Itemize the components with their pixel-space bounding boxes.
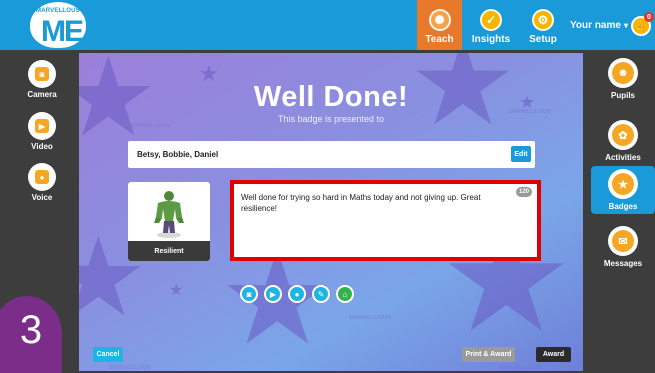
sidebar-item-label: Badges — [608, 202, 638, 211]
badge-card[interactable]: Resilient — [128, 182, 210, 261]
step-number-badge: 3 — [0, 296, 62, 373]
marvellous-me-logo[interactable]: MARVELLOUS ME — [30, 2, 86, 48]
cancel-button[interactable]: Cancel — [93, 347, 123, 362]
camera-tool[interactable]: ◙ Camera — [12, 60, 72, 99]
watermark: MARVELLOUS — [349, 315, 391, 321]
nav-teach-label: Teach — [425, 34, 454, 45]
notification-badge: 0 — [644, 12, 654, 22]
hulk-badge-image — [154, 191, 184, 238]
award-button[interactable]: Award — [536, 347, 571, 362]
message-text: Well done for trying so hard in Maths to… — [241, 193, 481, 213]
nav-insights[interactable]: ✓ Insights — [464, 0, 518, 50]
sidebar-item-pupils[interactable]: ☻ Pupils — [591, 56, 655, 100]
watermark: MARVELLOUS — [109, 365, 151, 371]
logo-wordmark: MARVELLOUS — [36, 8, 80, 14]
nav-insights-label: Insights — [471, 34, 511, 45]
voice-attach-icon[interactable]: ● — [288, 285, 306, 303]
video-tool[interactable]: ▶ Video — [12, 112, 72, 151]
camera-icon: ◙ — [35, 67, 49, 81]
voice-label: Voice — [31, 193, 53, 202]
paperclip-icon[interactable]: ✎ — [312, 285, 330, 303]
teach-icon: ✺ — [428, 9, 451, 31]
star-decoration: ★ — [169, 282, 184, 299]
print-and-award-button[interactable]: Print & Award — [462, 347, 515, 362]
character-counter: 120 — [516, 187, 532, 197]
pupil-names: Betsy, Bobbie, Daniel — [137, 150, 219, 159]
badge-name: Resilient — [128, 241, 210, 261]
sidebar-item-badges[interactable]: ★ Badges — [591, 166, 655, 214]
home-check-icon[interactable]: ⌂ — [336, 285, 354, 303]
video-icon: ▶ — [35, 119, 49, 133]
message-textarea[interactable]: Well done for trying so hard in Maths to… — [230, 180, 541, 261]
logo-me: ME — [41, 15, 84, 48]
sidebar-item-label: Activities — [605, 153, 641, 162]
award-title: Well Done! — [253, 81, 409, 113]
camera-label: Camera — [27, 90, 57, 99]
award-subtitle: This badge is presented to — [277, 114, 385, 124]
check-icon: ✓ — [480, 9, 502, 31]
activities-icon: ✿ — [612, 124, 634, 146]
sidebar-item-activities[interactable]: ✿ Activities — [591, 118, 655, 162]
top-bar: MARVELLOUS ME ✺ Teach ✓ Insights ⚙ Setup… — [0, 0, 655, 50]
user-menu[interactable]: Your name ▾ ✌ 0 — [566, 0, 655, 50]
chevron-down-icon: ▾ — [623, 20, 628, 30]
user-name: Your name — [570, 19, 621, 31]
microphone-icon: ● — [35, 170, 49, 184]
gear-icon: ⚙ — [532, 9, 554, 31]
nav-setup-label: Setup — [529, 34, 557, 45]
voice-tool[interactable]: ● Voice — [12, 163, 72, 202]
watermark: MARVELLOUS — [79, 265, 109, 271]
badges-icon: ★ — [612, 173, 634, 195]
award-badge-panel: ★ ★ ★ ★ ★ ★ ★ ★ MARVELLOUS MARVELLOUS MA… — [79, 53, 583, 371]
camera-attach-icon[interactable]: ◙ — [240, 285, 258, 303]
watermark: MARVELLOUS — [499, 365, 541, 371]
edit-recipients-button[interactable]: Edit — [511, 146, 531, 162]
sidebar-item-label: Messages — [603, 259, 643, 268]
video-attach-icon[interactable]: ▶ — [264, 285, 282, 303]
nav-teach[interactable]: ✺ Teach — [417, 0, 462, 50]
messages-icon: ✉ — [612, 230, 634, 252]
nav-setup[interactable]: ⚙ Setup — [520, 0, 566, 50]
pupil-recipients-field[interactable]: Betsy, Bobbie, Daniel — [128, 141, 535, 168]
pupils-icon: ☻ — [612, 62, 634, 84]
sidebar-item-messages[interactable]: ✉ Messages — [591, 224, 655, 268]
video-label: Video — [31, 142, 53, 151]
sidebar-item-label: Pupils — [610, 91, 635, 100]
